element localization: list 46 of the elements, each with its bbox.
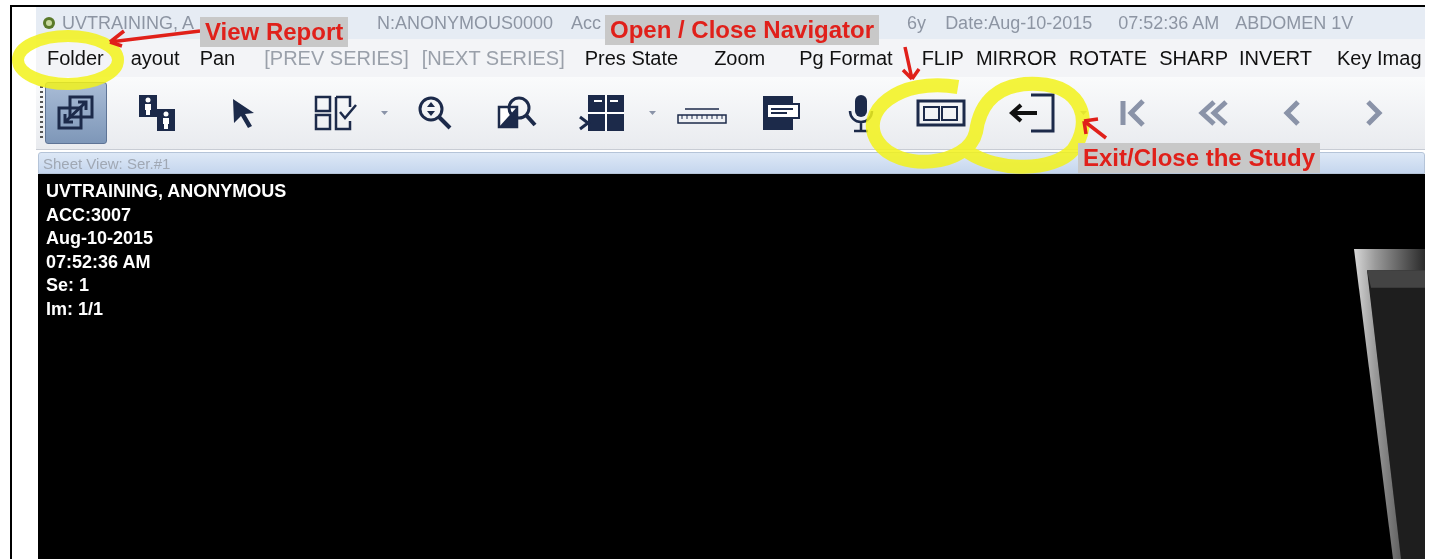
layout-check-icon xyxy=(314,95,358,131)
title-text: 07:52:36 AM xyxy=(1118,12,1220,34)
app-logo-icon xyxy=(42,16,56,30)
menu-item[interactable]: ayout xyxy=(130,48,180,68)
magnifier-square-icon xyxy=(497,95,537,131)
title-text: Date:Aug-10-2015 xyxy=(945,12,1093,34)
arrow-drawing xyxy=(900,46,922,82)
expand-icon xyxy=(56,95,96,131)
menu-item[interactable]: INVERT xyxy=(1239,48,1313,68)
exit-icon xyxy=(1009,93,1057,133)
caret-icon[interactable] xyxy=(649,111,656,115)
callout-label: Exit/Close the Study xyxy=(1078,143,1321,173)
menu-item[interactable]: Zoom xyxy=(714,48,766,68)
overlay-text: Aug-10-2015 xyxy=(46,227,155,250)
menu-item[interactable]: FLIP xyxy=(921,48,964,68)
title-text: N:ANONYMOUS0000 xyxy=(377,12,554,34)
caret-icon[interactable] xyxy=(381,111,388,115)
menu-item[interactable]: Pres State xyxy=(584,48,679,68)
menu-item[interactable]: Folder xyxy=(47,48,104,68)
menu-item[interactable]: MIRROR xyxy=(975,48,1057,68)
menu-item[interactable]: Key Imag xyxy=(1337,48,1422,68)
overlay-text: UVTRAINING, ANONYMOUS xyxy=(46,180,288,203)
report-icon xyxy=(761,94,801,132)
menu-item[interactable]: Pg Format xyxy=(799,48,893,68)
menu-item[interactable]: SHARP xyxy=(1159,48,1229,68)
zoom-icon xyxy=(417,95,453,131)
left-chevron-icon xyxy=(1281,98,1303,128)
split-arrow-icon xyxy=(578,93,626,133)
right-chevron-icon xyxy=(1363,98,1385,128)
menu-item[interactable]: ROTATE xyxy=(1069,48,1148,68)
overlay-text: Im: 1/1 xyxy=(46,297,105,321)
title-text: UVTRAINING, A xyxy=(62,12,195,34)
sheet-view-title: Sheet View: Ser.#1 xyxy=(43,154,171,172)
two-figures-icon xyxy=(137,93,177,133)
overlay-text: Se: 1 xyxy=(46,274,91,297)
title-text: Acc xyxy=(571,12,602,34)
arrow-drawing xyxy=(1080,116,1108,140)
overlay-text: 07:52:36 AM xyxy=(46,250,152,274)
title-text: 6y xyxy=(907,12,927,34)
menu-item[interactable]: Pan xyxy=(199,48,236,68)
callout-label: View Report xyxy=(200,17,349,47)
double-left-icon xyxy=(1196,98,1230,128)
title-text: ABDOMEN 1V xyxy=(1235,12,1354,34)
callout-label: Open / Close Navigator xyxy=(605,15,880,45)
overlay-text: ACC:3007 xyxy=(46,203,133,227)
navigator-icon xyxy=(916,98,966,128)
